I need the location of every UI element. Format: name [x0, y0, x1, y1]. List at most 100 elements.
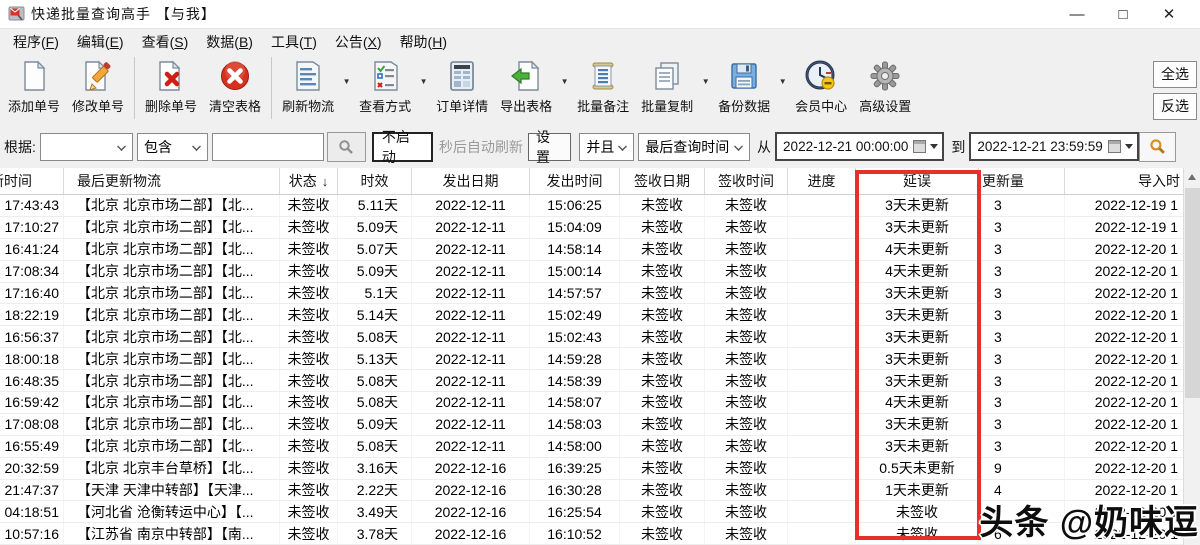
table-row[interactable]: 16:41:24 【北京 北京市场二部】【北... 未签收 5.07天 2022-12-… — [0, 238, 1183, 261]
column-header-2[interactable]: 状态 ↓ — [280, 168, 338, 194]
cell: 未签收 — [620, 435, 705, 457]
keyword-input[interactable] — [211, 132, 324, 161]
cell — [788, 413, 856, 435]
cell: 17:10:27 — [0, 216, 64, 238]
table-row[interactable]: 16:59:42 【北京 北京市场二部】【北... 未签收 5.08天 2022-12-… — [0, 392, 1183, 414]
table-row[interactable]: 17:10:27 【北京 北京市场二部】【北... 未签收 5.09天 2022-12-… — [0, 216, 1183, 239]
toolbar-button-order-detail[interactable]: 订单详情 — [430, 55, 494, 115]
toolbar-button-label: 导出表格 — [500, 99, 553, 114]
menu-item-0[interactable]: 程序(F) — [4, 29, 68, 55]
table-row[interactable]: 16:55:49 【北京 北京市场二部】【北... 未签收 5.08天 2022-12-… — [0, 435, 1183, 458]
toolbar-button-edit-order[interactable]: 修改单号 — [66, 55, 130, 115]
cell — [788, 282, 856, 304]
toolbar-button-clear-table[interactable]: 清空表格 — [203, 55, 267, 115]
menu-item-2[interactable]: 查看(S) — [133, 29, 198, 55]
toolbar-button-refresh-logistics[interactable]: 刷新物流 — [276, 55, 340, 115]
table-body: 17:43:43 【北京 北京市场二部】【北... 未签收 5.11天 2022-12-… — [0, 195, 1183, 545]
toolbar-button-backup-data[interactable]: 备份数据 — [712, 55, 776, 115]
column-header-6[interactable]: 签收日期 — [620, 168, 705, 194]
window-controls: — □ ✕ — [1054, 5, 1200, 24]
column-header-8[interactable]: 进度 — [788, 168, 856, 194]
menu-bar: 程序(F) 编辑(E) 查看(S) 数据(B) 工具(T) 公告(X) 帮助(H) — [0, 28, 1200, 55]
table-row[interactable]: 17:43:43 【北京 北京市场二部】【北... 未签收 5.11天 2022-12-… — [0, 195, 1183, 217]
menu-item-1[interactable]: 编辑(E) — [68, 29, 133, 55]
cell: 2022-12-20 1 — [1094, 285, 1178, 301]
export-table-icon — [509, 59, 543, 93]
member-center-icon — [804, 59, 838, 93]
close-button[interactable]: ✕ — [1146, 5, 1192, 23]
watermark: 头条 @奶味逗 — [979, 504, 1199, 542]
cell: 3 — [979, 282, 1065, 304]
menu-item-3[interactable]: 数据(B) — [197, 29, 262, 55]
cell: 2022-12-11 — [412, 238, 530, 260]
column-header-4[interactable]: 发出日期 — [412, 168, 530, 194]
scrollbar-thumb[interactable] — [1185, 188, 1200, 398]
column-header-10[interactable]: 更新量 — [979, 168, 1065, 194]
toolbar-button-view-mode[interactable]: 查看方式 — [353, 55, 417, 115]
settings-button[interactable]: 设置 — [527, 129, 572, 165]
chevron-down-icon — [930, 144, 939, 149]
auto-refresh-toggle-button[interactable]: 不启动 — [371, 129, 433, 165]
toolbar-button-add-order[interactable]: 添加单号 — [2, 55, 66, 115]
toolbar-dropdown-backup-data[interactable]: ▼ — [776, 55, 789, 99]
match-mode-select[interactable]: 包含 — [137, 132, 208, 161]
select-all-button[interactable]: 全选 — [1153, 61, 1197, 88]
toolbar-dropdown-export-table[interactable]: ▼ — [558, 55, 571, 99]
menu-item-5[interactable]: 公告(X) — [326, 29, 391, 55]
toolbar-dropdown-batch-copy[interactable]: ▼ — [699, 55, 712, 99]
date-from-picker[interactable]: 2022-12-21 00:00:00 — [775, 132, 945, 161]
minimize-button[interactable]: — — [1054, 6, 1100, 23]
menu-item-4[interactable]: 工具(T) — [262, 29, 326, 55]
cell: 3天未更新 — [856, 435, 979, 457]
cell: 未签收 — [620, 282, 705, 304]
cell: 9 — [979, 457, 1065, 479]
column-header-3[interactable]: 时效 — [338, 168, 412, 194]
column-header-11[interactable]: 导入时间 — [1065, 168, 1181, 194]
cell: 14:58:00 — [530, 435, 620, 457]
maximize-button[interactable]: □ — [1100, 6, 1146, 23]
table-row[interactable]: 18:00:18 【北京 北京市场二部】【北... 未签收 5.13天 2022-12-… — [0, 348, 1183, 371]
toolbar-button-label: 添加单号 — [8, 99, 61, 114]
cell: 未签收 — [856, 523, 979, 545]
cell: 2022-12-20 1 — [1094, 328, 1178, 345]
toolbar-dropdown-view-mode[interactable]: ▼ — [417, 55, 430, 99]
table-row[interactable]: 17:16:40 【北京 北京市场二部】【北... 未签收 5.1天 2022-12-1… — [0, 282, 1183, 305]
toolbar-button-batch-note[interactable]: 批量备注 — [571, 55, 635, 115]
toolbar-button-export-table[interactable]: 导出表格 — [494, 55, 558, 115]
toolbar-button-advanced-settings[interactable]: 高级设置 — [853, 55, 917, 115]
cell: 未签收 — [280, 479, 338, 501]
column-header-1[interactable]: 最后更新物流 — [64, 168, 280, 194]
table-row[interactable]: 18:22:19 【北京 北京市场二部】【北... 未签收 5.14天 2022-12-… — [0, 304, 1183, 327]
column-header-5[interactable]: 发出时间 — [530, 168, 620, 194]
toolbar-button-delete-order[interactable]: 删除单号 — [139, 55, 203, 115]
toolbar-button-label: 高级设置 — [859, 99, 912, 114]
time-field-select[interactable]: 最后查询时间 — [638, 132, 751, 161]
logic-and-select[interactable]: 并且 — [579, 132, 635, 161]
toolbar-button-batch-copy[interactable]: 批量复制 — [635, 55, 699, 115]
search-button[interactable] — [326, 131, 366, 162]
invert-selection-button[interactable]: 反选 — [1153, 93, 1197, 120]
cell — [788, 326, 856, 348]
scroll-up-icon[interactable] — [1188, 174, 1196, 180]
table-row[interactable]: 16:56:37 【北京 北京市场二部】【北... 未签收 5.08天 2022-12-… — [0, 326, 1183, 349]
filter-field-select[interactable] — [39, 132, 134, 161]
cell: 2022-12-20 1 — [1094, 438, 1178, 455]
table-row[interactable]: 17:08:34 【北京 北京市场二部】【北... 未签收 5.09天 2022-12-… — [0, 260, 1183, 283]
column-header-0[interactable]: 新时间 — [0, 168, 64, 194]
cell: 4天未更新 — [856, 260, 979, 282]
vertical-scrollbar[interactable] — [1183, 168, 1200, 545]
cell: 未签收 — [620, 326, 705, 348]
table-row[interactable]: 16:48:35 【北京 北京市场二部】【北... 未签收 5.08天 2022-12-… — [0, 370, 1183, 393]
column-header-9[interactable]: 延误 — [856, 168, 979, 194]
cell: 2022-12-20 1 — [1094, 372, 1178, 389]
cell: 5.08天 — [338, 435, 412, 457]
toolbar-button-member-center[interactable]: 会员中心 — [789, 55, 853, 115]
menu-item-6[interactable]: 帮助(H) — [391, 29, 456, 55]
cell: 3 — [979, 413, 1065, 435]
toolbar-dropdown-refresh-logistics[interactable]: ▼ — [340, 55, 353, 99]
table-row[interactable]: 17:08:08 【北京 北京市场二部】【北... 未签收 5.09天 2022-12-… — [0, 413, 1183, 436]
table-row[interactable]: 20:32:59 【北京 北京丰台草桥】【北... 未签收 3.16天 2022-12-… — [0, 457, 1183, 480]
query-button[interactable] — [1138, 131, 1176, 162]
date-to-picker[interactable]: 2022-12-21 23:59:59 — [969, 132, 1139, 161]
column-header-7[interactable]: 签收时间 — [705, 168, 788, 194]
